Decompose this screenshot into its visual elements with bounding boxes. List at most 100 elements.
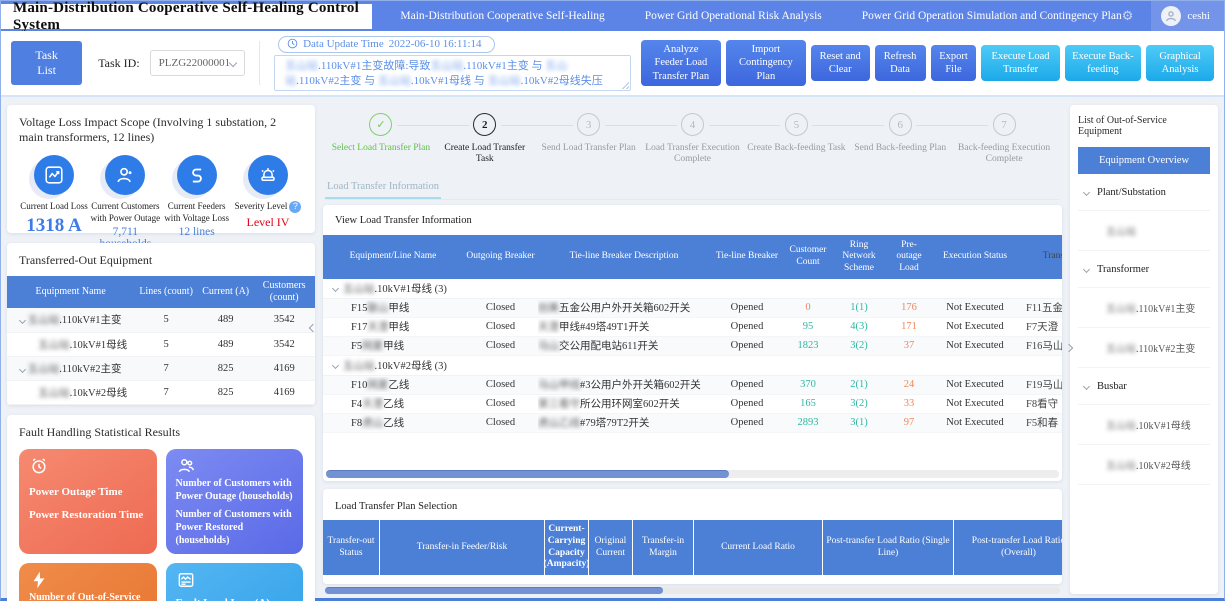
export-file-button[interactable]: Export File — [931, 45, 977, 81]
tree-group-transformer[interactable]: Transformer — [1078, 251, 1210, 288]
settings-gear-icon[interactable]: ⚙ — [1122, 9, 1134, 24]
resize-handle[interactable] — [621, 81, 629, 89]
step-label: Create Load Transfer Task — [433, 143, 537, 166]
table-row[interactable]: 五山站.110kV#1主变 5 489 3542 — [7, 308, 315, 332]
tree-item-busbar-2[interactable]: 五山站.10kV#2母线 — [1078, 445, 1210, 485]
transfer-row[interactable]: F8虎山乙线 Closed 虎山乙线#79塔79T2开关 Opened 2893… — [323, 414, 1062, 433]
toolbar: Task List Task ID: PLZG22000001 Data Upd… — [1, 31, 1224, 97]
refresh-data-button[interactable]: Refresh Data — [875, 45, 926, 81]
col-transfer-out-status: Transfer-out Status — [323, 520, 380, 576]
tree-group-plant-substation[interactable]: Plant/Substation — [1078, 174, 1210, 211]
station-name-redacted: 五山站 — [343, 361, 375, 372]
scrollbar-thumb[interactable] — [326, 470, 729, 478]
step-create-back-feeding-task: 5 Create Back-feeding Task — [744, 113, 848, 166]
ring-network-scheme: 2(1) — [832, 379, 886, 390]
transfer-row[interactable]: F10网夏乙线 Closed 马山甲线#3公用户外开关箱602开关 Opened… — [323, 376, 1062, 395]
station-name-redacted: 五山站 — [28, 364, 60, 375]
group-row-busbar-2[interactable]: 五山站.10kV#2母线 (3) — [323, 356, 1062, 376]
center-main: ✓ Select Load Transfer Plan 2 Create Loa… — [323, 105, 1062, 594]
execute-back-feeding-button[interactable]: Execute Back-feeding — [1065, 45, 1141, 81]
col-transfer-in-feeder-risk: Transfer-in Feeder/Risk — [380, 520, 545, 576]
redacted-text: 马山甲线 — [538, 380, 580, 391]
chevron-down-icon — [229, 59, 237, 67]
transfer-row[interactable]: F5网夏甲线 Closed 马山交公用配电站611开关 Opened 1823 … — [323, 337, 1062, 356]
station-name-redacted: 五山站 — [1106, 227, 1136, 238]
table-row[interactable]: 五山站.10kV#1母线 5 489 3542 — [7, 332, 315, 356]
impact-stats: Current Load Loss 1318 A Current Custome… — [19, 155, 303, 250]
outgoing-breaker: Closed — [463, 321, 538, 332]
nav-item-risk-analysis[interactable]: Power Grid Operational Risk Analysis — [645, 10, 822, 22]
tie-line-description: 创美五金公用户外开关箱602开关 — [538, 300, 710, 315]
stat-feeders-voltage-loss: Current Feeders with Voltage Loss 12 lin… — [162, 155, 232, 250]
outgoing-breaker: Closed — [463, 398, 538, 409]
equipment-overview-header[interactable]: Equipment Overview — [1078, 147, 1210, 174]
group-row-busbar-1[interactable]: 五山站.10kV#1母线 (3) — [323, 279, 1062, 299]
nav-item-self-healing[interactable]: Main-Distribution Cooperative Self-Heali… — [400, 10, 604, 22]
page-horizontal-scrollbar[interactable] — [325, 587, 1060, 594]
app-root: Main-Distribution Cooperative Self-Heali… — [0, 0, 1225, 601]
customer-count: 370 — [784, 379, 832, 390]
task-list-button[interactable]: Task List — [11, 41, 82, 85]
reset-and-clear-button[interactable]: Reset and Clear — [811, 45, 870, 81]
scrollbar-thumb[interactable] — [325, 587, 663, 594]
graphical-analysis-button[interactable]: Graphical Analysis — [1146, 45, 1214, 81]
table-horizontal-scrollbar[interactable] — [326, 470, 1059, 478]
execution-status: Not Executed — [932, 379, 1018, 390]
table-header-row: Equipment/Line Name Outgoing Breaker Tie… — [323, 235, 1062, 279]
table-header-row: Equipment Name Lines (count) Current (A)… — [7, 276, 315, 308]
load-meter-icon — [176, 570, 196, 590]
task-id-select[interactable]: PLZG22000001 — [150, 50, 246, 76]
table-row[interactable]: 五山站.10kV#2母线 7 825 4169 — [7, 380, 315, 404]
transfer-row[interactable]: F15联山甲线 Closed 创美五金公用户外开关箱602开关 Opened 0… — [323, 299, 1062, 318]
customers-value: 4169 — [253, 356, 315, 380]
tree-item-transformer-1[interactable]: 五山站.110kV#1主变 — [1078, 288, 1210, 328]
tab-load-transfer-information[interactable]: Load Transfer Information — [325, 178, 441, 199]
analyze-feeder-load-transfer-plan-button[interactable]: Analyze Feeder Load Transfer Plan — [641, 40, 721, 85]
transfer-in-feeder: F16马山 — [1018, 338, 1062, 353]
nav-item-simulation-contingency[interactable]: Power Grid Operation Simulation and Cont… — [862, 10, 1122, 22]
customer-count: 165 — [784, 398, 832, 409]
severity-help-icon[interactable]: ? — [289, 201, 301, 213]
col-original-current: Original Current — [589, 520, 633, 576]
group-count: (3) — [435, 284, 447, 295]
plan-table-body — [323, 575, 1062, 584]
tie-line-description: 天澄甲线#49塔49T1开关 — [538, 319, 710, 334]
transfer-row[interactable]: F17天澄甲线 Closed 天澄甲线#49塔49T1开关 Opened 95 … — [323, 318, 1062, 337]
expand-row-icon[interactable] — [19, 317, 26, 324]
tree-item-busbar-1[interactable]: 五山站.10kV#1母线 — [1078, 405, 1210, 445]
execute-load-transfer-button[interactable]: Execute Load Transfer — [981, 45, 1059, 81]
card-line: Power Outage Time — [29, 485, 147, 499]
execution-status: Not Executed — [932, 417, 1018, 428]
fault-text: .110kV#1主变故障:导致 — [318, 60, 430, 72]
import-contingency-plan-button[interactable]: Import Contingency Plan — [726, 40, 806, 85]
station-name-redacted: 五山站 — [28, 315, 60, 326]
user-menu[interactable]: ceshi — [1151, 1, 1224, 31]
out-of-service-equipment-panel: List of Out-of-Service Equipment Equipme… — [1070, 105, 1218, 594]
redacted-text: 网夏 — [367, 380, 388, 391]
stat-label-text: Severity Level — [235, 201, 288, 211]
station-name-redacted: 五山站 — [38, 340, 70, 351]
collapse-group-icon[interactable] — [332, 285, 339, 292]
current-value: 489 — [198, 332, 253, 356]
tree-item-transformer-2[interactable]: 五山站.110kV#2主变 — [1078, 328, 1210, 368]
transfer-row[interactable]: F4天澄乙线 Closed 第三看守所公用环网室602开关 Opened 165… — [323, 395, 1062, 414]
collapse-group-icon — [1083, 383, 1090, 390]
tree-group-label: Transformer — [1097, 264, 1149, 275]
fault-description-textarea[interactable]: 五山站.110kV#1主变故障:导致五山站.110kV#1主变 与 五山站.11… — [274, 55, 631, 91]
step-number: 4 — [681, 113, 704, 136]
transferred-out-table: Equipment Name Lines (count) Current (A)… — [7, 276, 315, 405]
feeder-name: F10网夏乙线 — [323, 377, 463, 392]
tie-line-breaker: Opened — [710, 417, 784, 428]
table-row[interactable]: 五山站.110kV#2主变 7 825 4169 — [7, 356, 315, 380]
collapse-group-icon[interactable] — [332, 362, 339, 369]
tree-item-substation[interactable]: 五山站 — [1078, 211, 1210, 251]
transfer-in-feeder: F5和春 — [1018, 415, 1062, 430]
expand-row-icon[interactable] — [19, 365, 26, 372]
app-header: Main-Distribution Cooperative Self-Heali… — [1, 1, 1224, 31]
step-number: 6 — [889, 113, 912, 136]
execution-status: Not Executed — [932, 398, 1018, 409]
tree-group-busbar[interactable]: Busbar — [1078, 368, 1210, 405]
task-id-label: Task ID: — [98, 56, 139, 71]
ring-network-scheme: 3(1) — [832, 417, 886, 428]
fault-statistics-panel: Fault Handling Statistical Results Power… — [7, 415, 315, 601]
